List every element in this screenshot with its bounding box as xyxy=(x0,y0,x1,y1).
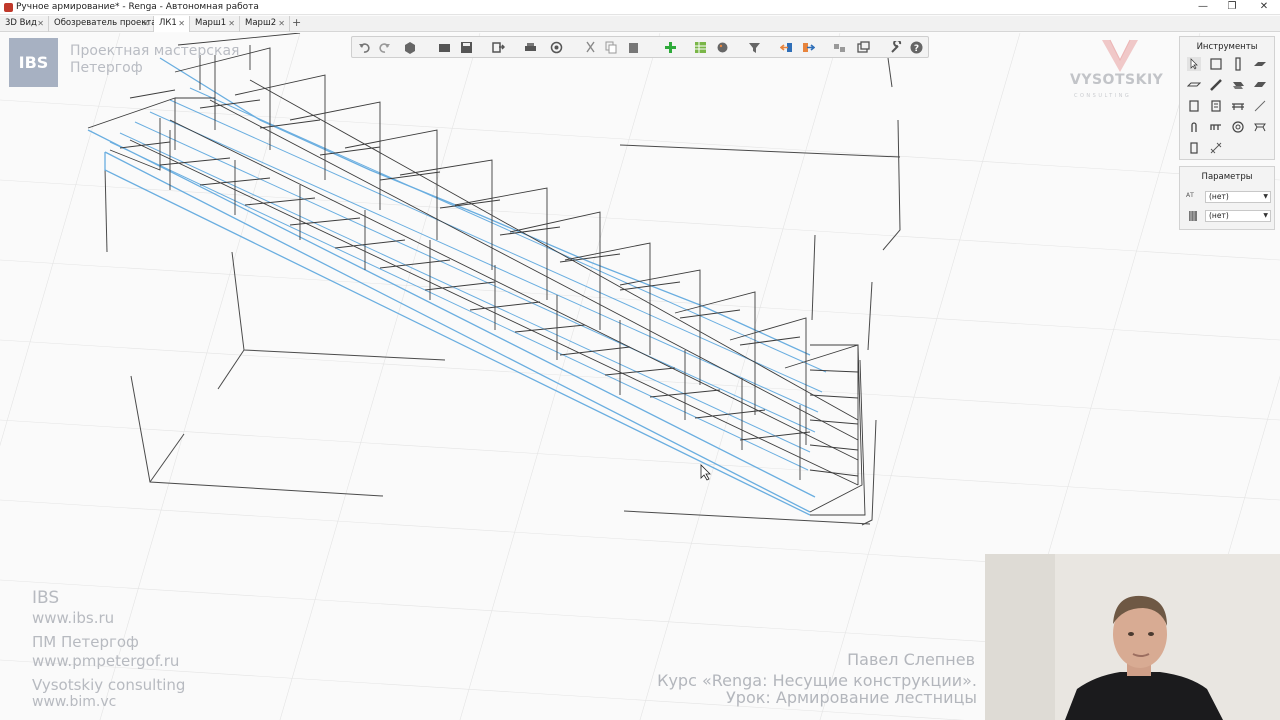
chevron-down-icon: ▼ xyxy=(1263,212,1268,219)
chevron-down-icon: ▼ xyxy=(1263,193,1268,200)
param-row-material: (нет) ▼ xyxy=(1186,210,1272,222)
watermark-ibs-url: www.ibs.ru xyxy=(32,609,115,627)
foundation-icon[interactable] xyxy=(1187,99,1201,113)
parameters-panel-title: Параметры xyxy=(1201,172,1253,182)
tab-close-icon[interactable]: ✕ xyxy=(142,16,149,31)
ibs-caption-line1: Проектная мастерская xyxy=(70,43,240,59)
add-icon[interactable] xyxy=(664,41,677,54)
tab-close-icon[interactable]: ✕ xyxy=(37,16,44,31)
vysotskiy-logo-sub: CONSULTING xyxy=(1074,93,1132,99)
maximize-button[interactable]: ❐ xyxy=(1216,0,1248,15)
roof-icon[interactable] xyxy=(1253,78,1267,92)
tools-panel-title: Инструменты xyxy=(1196,42,1258,52)
opening-icon[interactable] xyxy=(1209,99,1223,113)
step-cages xyxy=(87,33,866,516)
line-icon[interactable] xyxy=(1253,99,1267,113)
svg-text:?: ? xyxy=(914,44,919,54)
ibs-caption-line2: Петергоф xyxy=(70,60,143,76)
select-value: (нет) xyxy=(1209,192,1229,201)
main-toolbar: ? xyxy=(351,36,929,58)
watermark-author: Павел Слепнев xyxy=(847,650,975,669)
annotation-icon[interactable] xyxy=(1187,141,1201,155)
import-icon[interactable] xyxy=(780,41,793,54)
cut-icon[interactable] xyxy=(584,41,597,54)
window-title: Ручное армирование* - Renga - Автономная… xyxy=(16,2,259,12)
group-icon[interactable] xyxy=(833,41,846,54)
longitudinal-bars xyxy=(109,87,827,471)
paint-icon[interactable] xyxy=(716,41,729,54)
wall-icon[interactable] xyxy=(1209,57,1223,71)
rebar-icon[interactable] xyxy=(1187,120,1201,134)
export-arrow-icon[interactable] xyxy=(802,41,815,54)
redo-icon[interactable] xyxy=(378,41,391,54)
undo-icon[interactable] xyxy=(358,41,371,54)
mesh-icon[interactable] xyxy=(1209,120,1223,134)
print-icon[interactable] xyxy=(524,41,537,54)
save-icon[interactable] xyxy=(460,41,473,54)
detail-icon[interactable] xyxy=(1253,120,1267,134)
watermark-vysotskiy: Vysotskiy consulting xyxy=(32,676,186,694)
material-icon xyxy=(1189,211,1197,221)
watermark-bim-url: www.bim.vc xyxy=(32,694,117,710)
tab-close-icon[interactable]: ✕ xyxy=(178,16,185,31)
minimize-button[interactable]: — xyxy=(1187,0,1219,15)
orbit-icon[interactable] xyxy=(550,41,563,54)
layers-icon[interactable] xyxy=(857,41,870,54)
select-value: (нет) xyxy=(1209,211,1229,220)
tools-panel: Инструменты xyxy=(1179,36,1275,160)
title-bar: Ручное армирование* - Renga - Автономная… xyxy=(0,0,1280,15)
watermark-lesson: Урок: Армирование лестницы xyxy=(726,688,977,707)
help-icon[interactable]: ? xyxy=(910,41,923,54)
settings-wrench-icon[interactable] xyxy=(890,41,903,54)
tab-label: Обозреватель проекта xyxy=(54,18,157,28)
watermark-ibs: IBS xyxy=(32,588,60,608)
watermark-pm-url: www.pmpetergof.ru xyxy=(32,652,180,670)
stair-icon[interactable] xyxy=(1231,78,1245,92)
tab-flight1[interactable]: Марш1 ✕ xyxy=(190,16,240,32)
tab-lk1[interactable]: ЛК1 ✕ xyxy=(154,16,190,32)
brace-icon[interactable] xyxy=(1209,78,1223,92)
filter-icon[interactable] xyxy=(748,41,761,54)
param-row-text-style: АТ (нет) ▼ xyxy=(1186,191,1272,203)
add-tab-button[interactable]: + xyxy=(292,16,302,32)
text-style-select[interactable]: (нет) ▼ xyxy=(1205,191,1271,203)
paste-icon[interactable] xyxy=(627,41,640,54)
tab-label: Марш1 xyxy=(195,18,227,28)
parameters-panel: Параметры АТ (нет) ▼ (нет) ▼ xyxy=(1179,166,1275,230)
room-icon[interactable] xyxy=(1231,99,1245,113)
presenter-webcam xyxy=(985,554,1280,720)
table-icon[interactable] xyxy=(694,41,707,54)
profile-icon[interactable] xyxy=(1231,120,1245,134)
watermark-pm-petergof: ПМ Петергоф xyxy=(32,633,139,651)
mouse-cursor xyxy=(700,464,711,481)
text-style-icon: АТ xyxy=(1186,192,1194,199)
copy-icon[interactable] xyxy=(605,41,618,54)
ibs-logo: IBS xyxy=(9,38,58,87)
vysotskiy-logo-name: VYSOTSKIY xyxy=(1070,72,1164,88)
material-select[interactable]: (нет) ▼ xyxy=(1205,210,1271,222)
tab-label: Марш2 xyxy=(245,18,277,28)
tab-label: 3D Вид xyxy=(5,18,37,28)
tab-label: ЛК1 xyxy=(159,18,177,28)
dimension-icon[interactable] xyxy=(1209,141,1223,155)
tab-close-icon[interactable]: ✕ xyxy=(228,16,235,31)
close-button[interactable]: ✕ xyxy=(1248,0,1280,15)
presenter-video-frame xyxy=(985,554,1280,720)
beam-icon[interactable] xyxy=(1187,78,1201,92)
select-icon[interactable] xyxy=(1187,57,1201,71)
tab-flight2[interactable]: Марш2 ✕ xyxy=(240,16,290,32)
document-tab-bar: 3D Вид ✕ Обозреватель проекта ✕ ЛК1 ✕ Ма… xyxy=(0,16,1280,32)
tab-close-icon[interactable]: ✕ xyxy=(278,16,285,31)
renga-app-icon xyxy=(4,3,13,12)
tab-3d-view[interactable]: 3D Вид ✕ xyxy=(0,16,49,32)
view-cube-icon[interactable] xyxy=(403,41,416,54)
tab-project-browser[interactable]: Обозреватель проекта ✕ xyxy=(49,16,157,32)
column-icon[interactable] xyxy=(1231,57,1245,71)
export-icon[interactable] xyxy=(492,41,505,54)
slab-icon[interactable] xyxy=(1253,57,1267,71)
folder-icon[interactable] xyxy=(438,41,451,54)
transverse-bars xyxy=(119,89,811,441)
